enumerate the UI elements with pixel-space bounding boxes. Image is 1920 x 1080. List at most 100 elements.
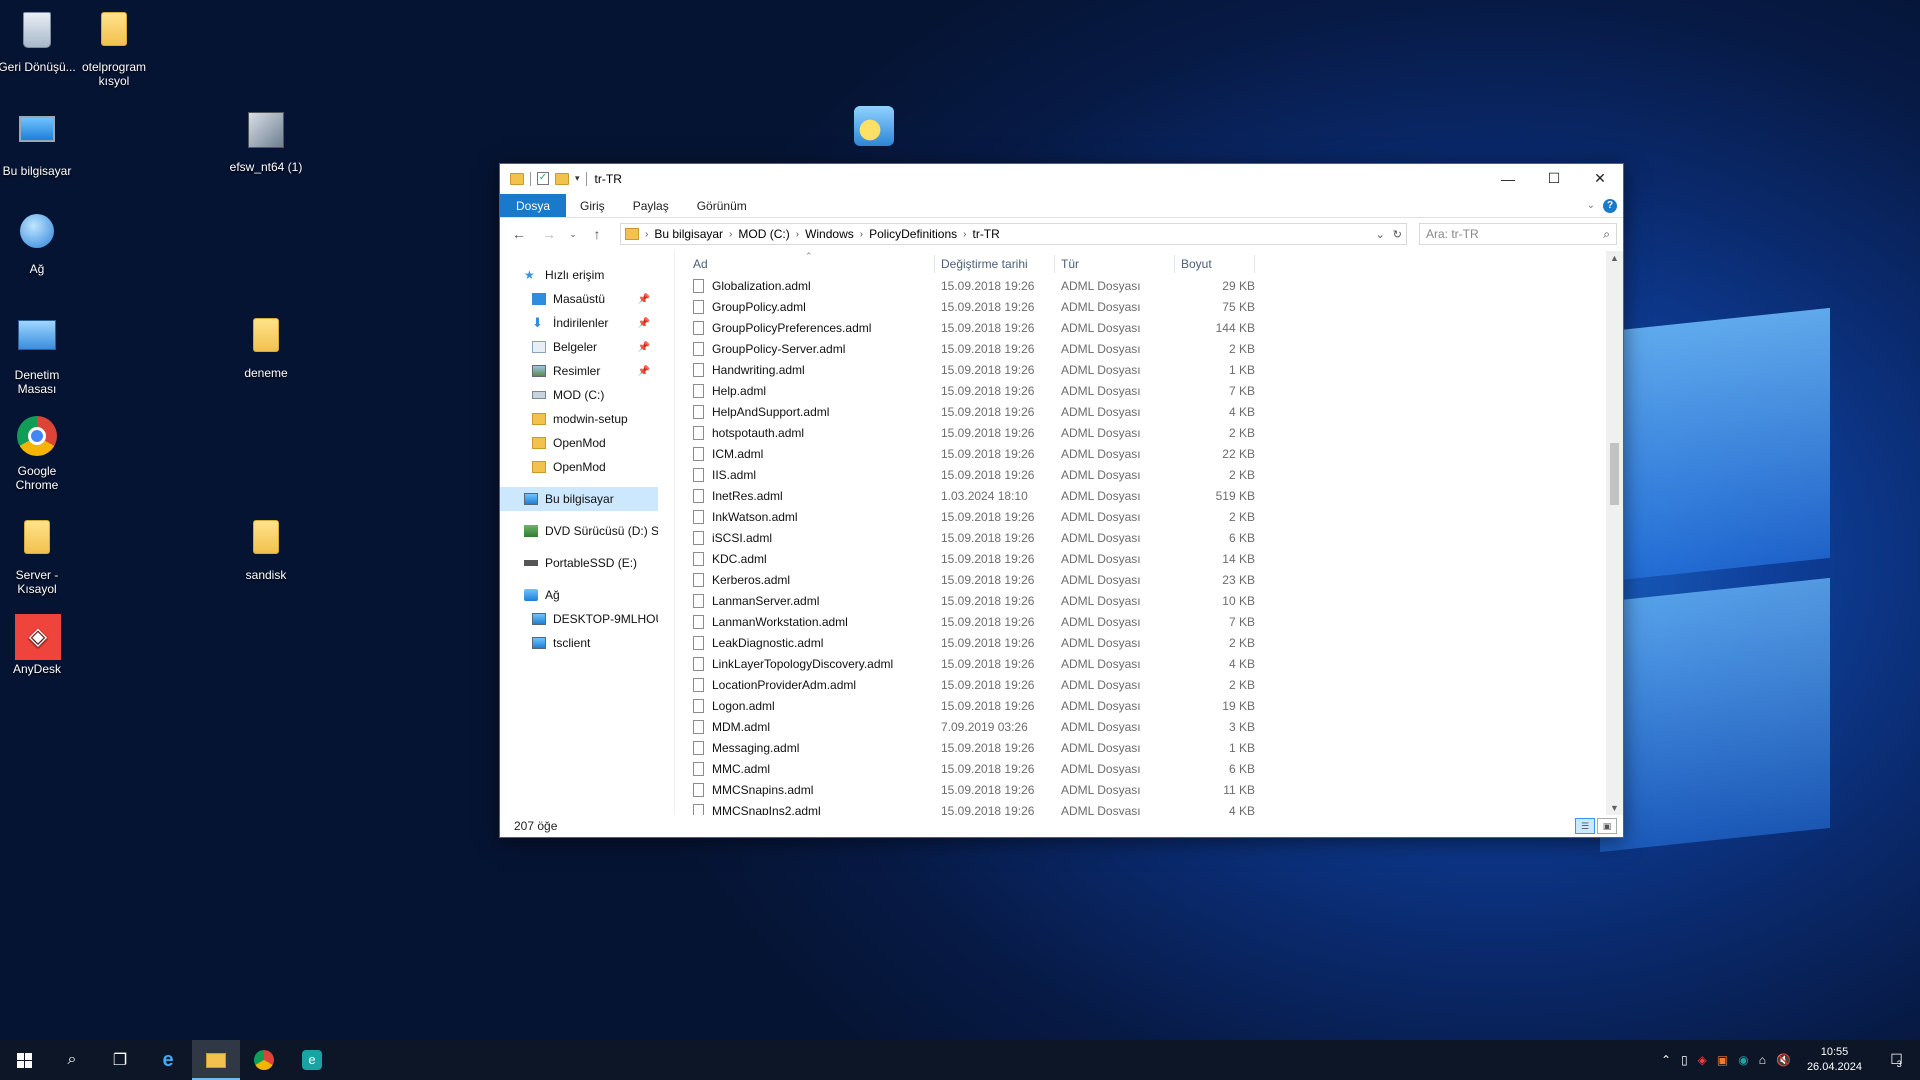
table-row[interactable]: InkWatson.adml 15.09.2018 19:26 ADML Dosya… (675, 506, 1623, 527)
address-bar[interactable]: › Bu bilgisayar › MOD (C:) › Windows › P… (620, 223, 1407, 245)
table-row[interactable]: LinkLayerTopologyDiscovery.adml 15.09.201… (675, 653, 1623, 674)
tab-home[interactable]: Giriş (566, 194, 619, 217)
start-button[interactable] (0, 1040, 48, 1080)
minimize-button[interactable]: — (1485, 164, 1531, 194)
nav-modwin-setup[interactable]: modwin-setup (500, 407, 658, 431)
action-center-button[interactable]: ☐ 3 (1878, 1051, 1914, 1069)
network-status-icon[interactable]: ⌂ (1759, 1053, 1766, 1067)
breadcrumb-this-pc[interactable]: Bu bilgisayar (654, 227, 723, 241)
nav-portable-ssd[interactable]: PortableSSD (E:) (500, 551, 658, 575)
scroll-up-icon[interactable]: ▲ (1606, 253, 1623, 263)
nav-this-pc[interactable]: Bu bilgisayar (500, 487, 658, 511)
table-row[interactable]: GroupPolicy-Server.adml 15.09.2018 19:26 A… (675, 338, 1623, 359)
new-folder-icon[interactable] (555, 172, 569, 185)
desktop-icon-otelprogram[interactable]: otelprogram kısyol (74, 8, 154, 88)
nav-dvd-drive[interactable]: DVD Sürücüsü (D:) SS (500, 519, 658, 543)
recent-locations-icon[interactable]: ⌄ (566, 222, 580, 246)
column-size[interactable]: Boyut (1175, 255, 1255, 273)
table-row[interactable]: GroupPolicyPreferences.adml 15.09.2018 19… (675, 317, 1623, 338)
desktop-icon-network[interactable]: Ağ (0, 210, 77, 276)
nav-documents[interactable]: Belgeler 📌 (500, 335, 658, 359)
table-row[interactable]: Handwriting.adml 15.09.2018 19:26 ADML Dos… (675, 359, 1623, 380)
breadcrumb-current[interactable]: tr-TR (972, 227, 999, 241)
desktop-icon-deneme[interactable]: deneme (226, 314, 306, 380)
tab-view[interactable]: Görünüm (683, 194, 761, 217)
clock[interactable]: 10:55 26.04.2024 (1801, 1045, 1868, 1075)
details-view-icon[interactable]: ☰ (1575, 818, 1595, 834)
table-row[interactable]: LanmanWorkstation.adml 15.09.2018 19:26 AD… (675, 611, 1623, 632)
table-row[interactable]: LanmanServer.adml 15.09.2018 19:26 ADML Do… (675, 590, 1623, 611)
close-button[interactable]: ✕ (1577, 164, 1623, 194)
scroll-down-icon[interactable]: ▼ (1606, 803, 1623, 813)
nav-desktop-host[interactable]: DESKTOP-9MLHOU (500, 607, 658, 631)
desktop-icon-efsw[interactable]: efsw_nt64 (1) (226, 108, 306, 174)
desktop-icon-server-shortcut[interactable]: Server - Kısayol (0, 516, 77, 596)
help-icon[interactable]: ? (1603, 198, 1617, 213)
taskbar-internet-explorer[interactable]: e (144, 1040, 192, 1080)
eset-tray-icon[interactable]: ◉ (1738, 1053, 1748, 1067)
pane-splitter[interactable] (658, 251, 674, 815)
tab-share[interactable]: Paylaş (619, 194, 683, 217)
table-row[interactable]: InetRes.adml 1.03.2024 18:10 ADML Dosyası 5… (675, 485, 1623, 506)
nav-drive-c[interactable]: MOD (C:) (500, 383, 658, 407)
nav-openmod-2[interactable]: OpenMod (500, 455, 658, 479)
table-row[interactable]: Globalization.adml 15.09.2018 19:26 ADML D… (675, 275, 1623, 296)
table-row[interactable]: LeakDiagnostic.adml 15.09.2018 19:26 ADML … (675, 632, 1623, 653)
up-icon[interactable]: ↑ (584, 222, 610, 246)
vertical-scrollbar[interactable]: ▲ ▼ (1606, 251, 1623, 815)
table-row[interactable]: MMC.adml 15.09.2018 19:26 ADML Dosyası 6 KB (675, 758, 1623, 779)
table-row[interactable]: LocationProviderAdm.adml 15.09.2018 19:26… (675, 674, 1623, 695)
address-dropdown-icon[interactable]: ⌄ (1376, 228, 1385, 241)
search-input[interactable]: Ara: tr-TR (1426, 227, 1479, 241)
desktop-icon-chrome[interactable]: Google Chrome (0, 414, 77, 492)
refresh-icon[interactable]: ↻ (1393, 228, 1402, 241)
table-row[interactable]: Messaging.adml 15.09.2018 19:26 ADML Dosya… (675, 737, 1623, 758)
anydesk-tray-icon[interactable]: ◈ (1698, 1053, 1707, 1067)
table-row[interactable]: iSCSI.adml 15.09.2018 19:26 ADML Dosyası 6 … (675, 527, 1623, 548)
properties-icon[interactable]: ✓ (537, 172, 549, 185)
table-row[interactable]: KDC.adml 15.09.2018 19:26 ADML Dosyası 14 K… (675, 548, 1623, 569)
back-icon[interactable]: ← (506, 222, 532, 246)
customize-toolbar-icon[interactable]: ▾ (575, 173, 580, 184)
forward-icon[interactable]: → (536, 222, 562, 246)
table-row[interactable]: Logon.adml 15.09.2018 19:26 ADML Dosyası 19… (675, 695, 1623, 716)
desktop-icon-network-tool[interactable] (834, 104, 914, 154)
table-row[interactable]: ICM.adml 15.09.2018 19:26 ADML Dosyası 22 K… (675, 443, 1623, 464)
taskbar-file-explorer[interactable] (192, 1040, 240, 1080)
nav-pictures[interactable]: Resimler 📌 (500, 359, 658, 383)
table-row[interactable]: MDM.adml 7.09.2019 03:26 ADML Dosyası 3 KB (675, 716, 1623, 737)
expand-ribbon-icon[interactable]: ⌄ (1587, 200, 1595, 211)
volume-muted-icon[interactable]: 🔇 (1776, 1053, 1791, 1067)
column-type[interactable]: Tür (1055, 255, 1175, 273)
show-hidden-icons-icon[interactable]: ⌃ (1661, 1053, 1671, 1067)
nav-quick-access[interactable]: ★ Hızlı erişim (500, 263, 658, 287)
desktop-icon-anydesk[interactable]: ◈ AnyDesk (0, 614, 77, 676)
nav-desktop[interactable]: Masaüstü 📌 (500, 287, 658, 311)
desktop-icon-this-pc[interactable]: Bu bilgisayar (0, 108, 77, 178)
taskbar-eset[interactable]: e (288, 1040, 336, 1080)
table-row[interactable]: Help.adml 15.09.2018 19:26 ADML Dosyası 7 K… (675, 380, 1623, 401)
column-date[interactable]: Değiştirme tarihi (935, 255, 1055, 273)
nav-network[interactable]: Ağ (500, 583, 658, 607)
large-icons-view-icon[interactable]: ▣ (1597, 818, 1617, 834)
tab-file[interactable]: Dosya (500, 194, 567, 217)
table-row[interactable]: MMCSnapIns2.adml 15.09.2018 19:26 ADML Dos… (675, 800, 1623, 815)
table-row[interactable]: IIS.adml 15.09.2018 19:26 ADML Dosyası 2 KB (675, 464, 1623, 485)
desktop-icon-sandisk[interactable]: sandisk (226, 516, 306, 582)
table-row[interactable]: MMCSnapins.adml 15.09.2018 19:26 ADML Dosy… (675, 779, 1623, 800)
usb-icon[interactable]: ▯ (1681, 1053, 1688, 1067)
breadcrumb-windows[interactable]: Windows (805, 227, 854, 241)
desktop-icon-recycle-bin[interactable]: Geri Dönüşü... (0, 8, 77, 74)
search-button[interactable]: ⌕ (48, 1040, 96, 1080)
table-row[interactable]: Kerberos.adml 15.09.2018 19:26 ADML Dosyas… (675, 569, 1623, 590)
search-box[interactable]: Ara: tr-TR ⌕ (1419, 223, 1617, 245)
task-view-button[interactable]: ❐ (96, 1040, 144, 1080)
table-row[interactable]: hotspotauth.adml 15.09.2018 19:26 ADML Dos… (675, 422, 1623, 443)
maximize-button[interactable]: ☐ (1531, 164, 1577, 194)
table-row[interactable]: HelpAndSupport.adml 15.09.2018 19:26 ADML … (675, 401, 1623, 422)
breadcrumb-policydefinitions[interactable]: PolicyDefinitions (869, 227, 957, 241)
nav-openmod-1[interactable]: OpenMod (500, 431, 658, 455)
nav-downloads[interactable]: ⬇ İndirilenler 📌 (500, 311, 658, 335)
desktop-icon-control-panel[interactable]: Denetim Masası (0, 314, 77, 396)
breadcrumb-drive[interactable]: MOD (C:) (738, 227, 789, 241)
